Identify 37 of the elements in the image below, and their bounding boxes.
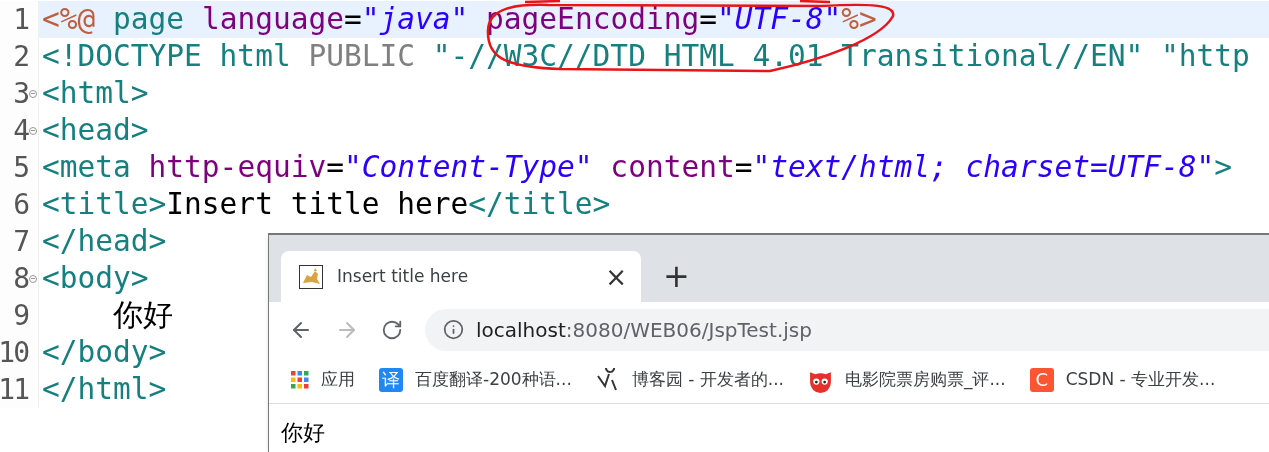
bookmark-item[interactable]: C CSDN - 专业开发... <box>1029 367 1216 393</box>
apps-grid-icon <box>291 371 309 389</box>
new-tab-button[interactable]: + <box>663 259 690 292</box>
info-icon[interactable] <box>443 319 464 340</box>
code-line: </html> <box>42 371 167 408</box>
line-number: 3 <box>13 75 28 112</box>
url-text: localhost:8080/WEB06/JspTest.jsp <box>476 316 812 344</box>
line-number: 8 <box>13 260 28 297</box>
code-line: </head> <box>42 223 167 260</box>
line-number: 6 <box>13 186 28 223</box>
line-number: 2 <box>13 38 28 75</box>
bookmark-item[interactable]: 译 百度翻译-200种语... <box>379 367 572 393</box>
code-line: <html> <box>42 75 149 112</box>
line-number: 10 <box>0 334 28 371</box>
tab-title: Insert title here <box>337 264 470 288</box>
reload-icon[interactable] <box>381 318 403 341</box>
close-tab-button[interactable]: × <box>605 263 627 290</box>
line-number: 1 <box>13 1 28 38</box>
code-line: 你好 <box>112 297 174 334</box>
code-line: <meta http-equiv="Content-Type" content="text/html; charset=UTF-8"> <box>42 149 1232 186</box>
line-number: 4 <box>13 112 28 149</box>
line-number: 9 <box>13 297 28 334</box>
page-text: 你好 <box>281 420 325 445</box>
bookmark-item[interactable]: 博客园 - 开发者的... <box>595 367 784 393</box>
code-line: <body> <box>42 260 149 297</box>
code-line: <head> <box>42 112 149 149</box>
browser-tab[interactable]: Insert title here × <box>281 251 641 302</box>
bookmark-item[interactable]: 应用 <box>291 367 355 393</box>
line-number: 7 <box>13 223 28 260</box>
line-number: 11 <box>0 371 28 408</box>
code-line: <title>Insert title here</title> <box>42 186 611 223</box>
site-logo-icon: C <box>1029 368 1054 392</box>
bookmark-item[interactable]: 电影院票房购票_评... <box>807 367 1006 393</box>
code-line: </body> <box>42 334 167 371</box>
site-logo-icon: 译 <box>379 368 403 392</box>
line-number: 5 <box>13 149 28 186</box>
address-bar[interactable]: localhost:8080/WEB06/JspTest.jsp <box>425 308 1269 351</box>
